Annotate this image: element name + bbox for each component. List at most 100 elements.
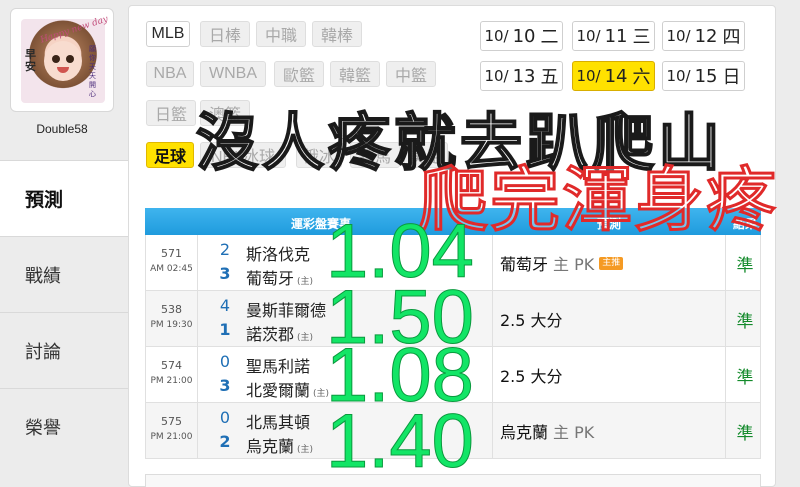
date-month: 10/ [666, 67, 691, 85]
date-chip[interactable]: 10/15 日 [662, 61, 745, 91]
avatar-eye-left [52, 55, 60, 63]
date-day: 10 [512, 25, 536, 47]
game-number: 575 [161, 415, 182, 428]
date-month: 10/ [666, 27, 691, 45]
username[interactable]: Double58 [10, 122, 114, 136]
date-weekday: 二 [540, 27, 559, 48]
away-team-name: 聖馬利諾 [246, 357, 311, 376]
result-mark: 準 [736, 423, 754, 444]
game-number: 571 [161, 247, 182, 260]
home-team-name: 葡萄牙 [246, 269, 295, 288]
sport-chip[interactable]: 日籃 [146, 100, 196, 126]
date-month: 10/ [484, 67, 509, 85]
overlay-odds-value: 1.40 [326, 399, 475, 484]
date-weekday: 五 [540, 67, 559, 88]
game-cell: 574 PM 21:00 [146, 347, 198, 403]
home-score: 2 [219, 432, 231, 451]
avatar[interactable]: Happy new day 早安 願你天天開心 [10, 8, 114, 112]
game-cell: 571 AM 02:45 [146, 235, 198, 291]
date-weekday: 四 [722, 27, 741, 48]
prediction-pick: 2.5 大分 [500, 311, 563, 330]
avatar-eye-right [66, 55, 74, 63]
nav-item-predict[interactable]: 預測 [0, 160, 128, 236]
date-weekday: 六 [632, 67, 651, 88]
date-chip[interactable]: 10/10 二 [480, 21, 563, 51]
date-day: 11 [604, 25, 628, 47]
away-team-name: 曼斯菲爾德 [246, 301, 327, 320]
avatar-mouth [57, 67, 69, 73]
date-chip[interactable]: 10/11 三 [572, 21, 655, 51]
prediction-line: 主 PK [553, 255, 595, 274]
sport-chip[interactable]: 中職 [256, 21, 306, 47]
game-time: PM 21:00 [150, 376, 193, 386]
date-weekday: 日 [722, 67, 741, 88]
home-score: 1 [219, 320, 231, 339]
game-number: 538 [161, 303, 182, 316]
date-chip[interactable]: 10/12 四 [662, 21, 745, 51]
away-team[interactable]: 曼斯菲爾德 [246, 297, 326, 321]
home-team[interactable]: 北愛爾蘭 (主) [246, 377, 329, 401]
sport-chip[interactable]: NBA [146, 61, 194, 87]
home-team[interactable]: 葡萄牙 (主) [246, 265, 313, 289]
away-score: 4 [219, 296, 231, 315]
date-weekday: 三 [632, 27, 651, 48]
date-chip[interactable]: 10/14 六 [572, 61, 655, 91]
date-day: 13 [512, 65, 536, 87]
game-cell: 575 PM 21:00 [146, 403, 198, 459]
avatar-caption-right: 願你天天開心 [89, 45, 96, 98]
away-score: 0 [219, 408, 231, 427]
prediction-line: 主 PK [553, 423, 595, 442]
away-score: 2 [219, 240, 231, 259]
date-chip[interactable]: 10/13 五 [480, 61, 563, 91]
sport-chip[interactable]: WNBA [200, 61, 266, 87]
avatar-face [44, 41, 82, 81]
sport-chip[interactable]: 韓棒 [312, 21, 362, 47]
app-stage: Happy new day 早安 願你天天開心 Double58 預測 戰績 討… [0, 0, 800, 487]
home-tag: (主) [297, 277, 314, 287]
sport-chip[interactable]: 韓籃 [330, 61, 380, 87]
away-team-name: 北馬其頓 [246, 413, 311, 432]
sport-chip[interactable]: 日棒 [200, 21, 250, 47]
sport-chip[interactable]: 歐籃 [274, 61, 324, 87]
prediction-pick: 烏克蘭 [500, 423, 549, 442]
game-time: PM 21:00 [150, 432, 193, 442]
date-month: 10/ [484, 27, 509, 45]
prediction-cell: 2.5 大分 [492, 291, 726, 347]
away-score: 0 [219, 352, 231, 371]
away-team[interactable]: 北馬其頓 [246, 409, 310, 433]
result-mark: 準 [736, 367, 754, 388]
home-score: 3 [219, 264, 231, 283]
away-team[interactable]: 聖馬利諾 [246, 353, 310, 377]
home-tag: (主) [297, 333, 314, 343]
home-score: 3 [219, 376, 231, 395]
date-month: 10/ [576, 27, 601, 45]
home-team[interactable]: 諾茨郡 (主) [246, 321, 313, 345]
prediction-cell: 烏克蘭主 PK [492, 403, 726, 459]
home-team[interactable]: 烏克蘭 (主) [246, 433, 313, 457]
date-day: 15 [694, 65, 718, 87]
sport-chip[interactable]: 中籃 [386, 61, 436, 87]
prediction-pick: 2.5 大分 [500, 367, 563, 386]
featured-badge: 主推 [599, 256, 624, 270]
prediction-pick: 葡萄牙 [500, 255, 549, 274]
date-day: 12 [694, 25, 718, 47]
date-month: 10/ [576, 67, 601, 85]
home-team-name: 烏克蘭 [246, 437, 295, 456]
away-team-name: 斯洛伐克 [246, 245, 311, 264]
nav-item-honor[interactable]: 榮譽 [0, 388, 128, 464]
side-nav: 預測 戰績 討論 榮譽 [0, 160, 128, 464]
date-day: 14 [604, 65, 628, 87]
home-team-name: 諾茨郡 [246, 325, 295, 344]
result-mark: 準 [736, 311, 754, 332]
sport-chip[interactable]: MLB [146, 21, 190, 47]
away-team[interactable]: 斯洛伐克 [246, 241, 310, 265]
game-cell: 538 PM 19:30 [146, 291, 198, 347]
home-team-name: 北愛爾蘭 [246, 381, 311, 400]
sport-chip[interactable]: 足球 [146, 142, 194, 168]
prediction-cell: 2.5 大分 [492, 347, 726, 403]
nav-item-discuss[interactable]: 討論 [0, 312, 128, 388]
game-number: 574 [161, 359, 182, 372]
game-time: PM 19:30 [150, 320, 193, 330]
avatar-caption-left: 早安 [25, 48, 36, 73]
nav-item-record[interactable]: 戰績 [0, 236, 128, 312]
